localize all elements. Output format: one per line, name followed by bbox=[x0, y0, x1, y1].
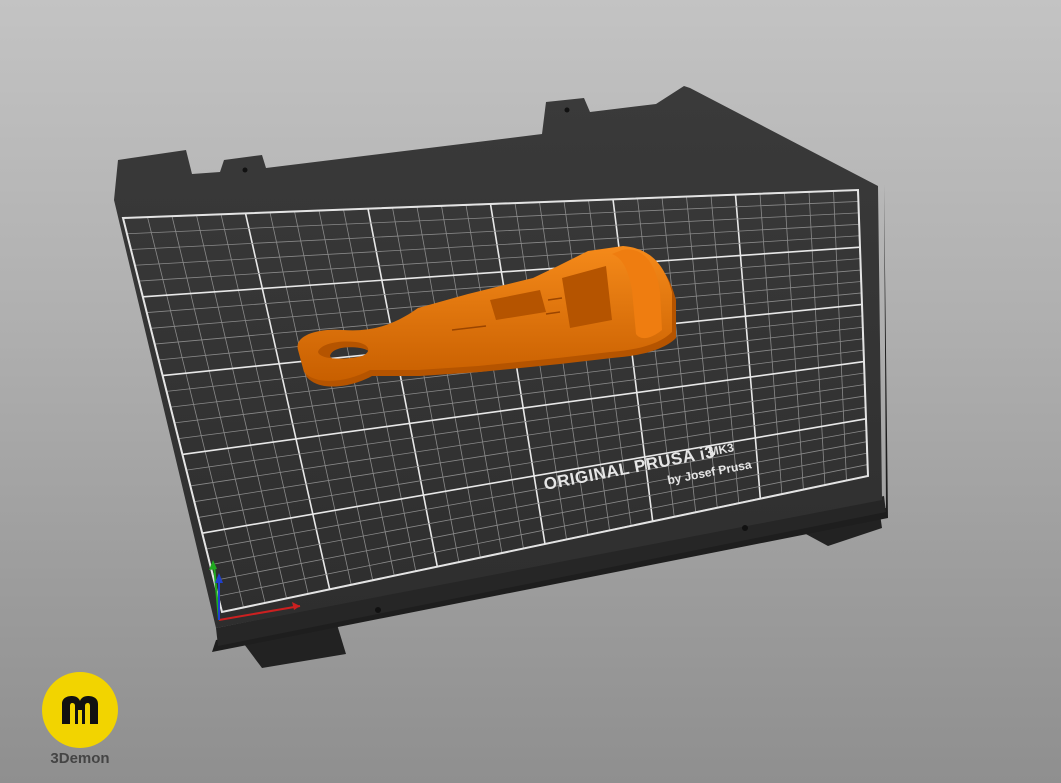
bed-hole bbox=[242, 167, 248, 173]
watermark: 3Demon bbox=[40, 672, 120, 767]
3demon-logo-icon bbox=[42, 672, 118, 748]
3d-viewport[interactable]: ORIGINAL PRUSA i3 MK3 by Josef Prusa bbox=[0, 0, 1061, 783]
bed-hole bbox=[375, 607, 381, 613]
watermark-text: 3Demon bbox=[50, 750, 110, 767]
bed-hole bbox=[742, 525, 748, 531]
bed-hole bbox=[564, 107, 570, 113]
